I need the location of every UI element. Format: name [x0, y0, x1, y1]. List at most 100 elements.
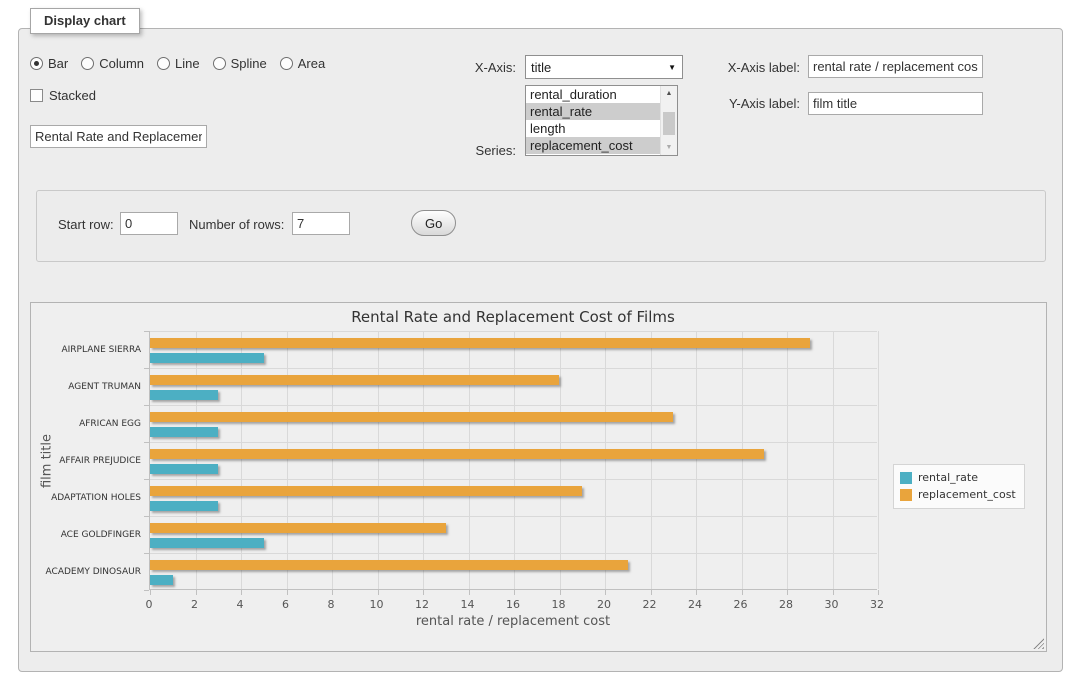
x-tick-mark	[469, 590, 470, 595]
x-tick-mark	[332, 590, 333, 595]
x-tick-label: 26	[734, 598, 748, 611]
start-row-input[interactable]	[120, 212, 178, 235]
x-axis-label-field-label: X-Axis label:	[705, 60, 800, 75]
resize-grip-icon[interactable]	[1033, 638, 1044, 649]
legend-item-rental_rate[interactable]: rental_rate	[900, 469, 1016, 486]
gridline	[150, 331, 877, 332]
gridline	[150, 368, 877, 369]
series-option-length[interactable]: length	[526, 120, 660, 137]
radio-icon[interactable]	[213, 57, 226, 70]
x-tick-label: 16	[506, 598, 520, 611]
scrollbar-thumb[interactable]	[663, 112, 675, 135]
bar-rental_rate[interactable]	[150, 501, 218, 511]
gridline	[742, 331, 743, 589]
num-rows-label: Number of rows:	[189, 217, 284, 232]
gridline	[241, 331, 242, 589]
series-select-label: Series:	[420, 143, 516, 158]
x-tick-mark	[696, 590, 697, 595]
x-tick-mark	[241, 590, 242, 595]
chart-title-input[interactable]	[30, 125, 207, 148]
bar-rental_rate[interactable]	[150, 390, 218, 400]
gridline	[423, 331, 424, 589]
radio-icon[interactable]	[81, 57, 94, 70]
x-tick-label: 28	[779, 598, 793, 611]
gridline	[150, 516, 877, 517]
radio-icon[interactable]	[280, 57, 293, 70]
y-tick-mark	[144, 368, 149, 369]
y-category-label: AGENT TRUMAN	[31, 382, 141, 392]
chart-type-option-spline[interactable]: Spline	[213, 56, 267, 71]
chart-container: Rental Rate and Replacement Cost of Film…	[30, 302, 1047, 652]
gridline	[378, 331, 379, 589]
gridline	[514, 331, 515, 589]
x-axis-select-value: title	[531, 60, 551, 75]
chevron-down-icon: ▼	[668, 63, 676, 72]
gridline	[332, 331, 333, 589]
chart-legend: rental_rate replacement_cost	[893, 464, 1025, 509]
y-category-label: ADAPTATION HOLES	[31, 493, 141, 503]
legend-swatch	[900, 472, 912, 484]
chart-type-option-column[interactable]: Column	[81, 56, 144, 71]
chart-type-option-label: Line	[175, 56, 200, 71]
chart-type-option-label: Column	[99, 56, 144, 71]
y-tick-mark	[144, 590, 149, 591]
scroll-down-icon[interactable]: ▼	[661, 140, 677, 155]
x-tick-mark	[878, 590, 879, 595]
plot-area	[149, 331, 877, 590]
bar-rental_rate[interactable]	[150, 353, 264, 363]
gridline	[696, 331, 697, 589]
series-option-rental_duration[interactable]: rental_duration	[526, 86, 660, 103]
x-tick-mark	[833, 590, 834, 595]
x-tick-label: 14	[461, 598, 475, 611]
x-tick-mark	[150, 590, 151, 595]
bar-replacement_cost[interactable]	[150, 523, 446, 533]
gridline	[150, 479, 877, 480]
go-button[interactable]: Go	[411, 210, 456, 236]
stacked-option[interactable]: Stacked	[30, 88, 96, 103]
x-axis-label-input[interactable]	[808, 55, 983, 78]
chart-type-option-bar[interactable]: Bar	[30, 56, 68, 71]
legend-swatch	[900, 489, 912, 501]
gridline	[833, 331, 834, 589]
bar-rental_rate[interactable]	[150, 538, 264, 548]
bar-replacement_cost[interactable]	[150, 449, 764, 459]
gridline	[878, 331, 879, 589]
bar-rental_rate[interactable]	[150, 575, 173, 585]
series-option-replacement_cost[interactable]: replacement_cost	[526, 137, 660, 154]
chart-title: Rental Rate and Replacement Cost of Film…	[149, 308, 877, 326]
series-option-rental_rate[interactable]: rental_rate	[526, 103, 660, 120]
chart-type-option-line[interactable]: Line	[157, 56, 200, 71]
x-tick-mark	[378, 590, 379, 595]
bar-replacement_cost[interactable]	[150, 412, 673, 422]
stacked-checkbox[interactable]	[30, 89, 43, 102]
series-scrollbar[interactable]: ▲ ▼	[660, 86, 677, 155]
x-axis-select-label: X-Axis:	[420, 60, 516, 75]
x-tick-label: 4	[237, 598, 244, 611]
series-listbox[interactable]: rental_durationrental_ratelengthreplacem…	[525, 85, 678, 156]
x-axis-select[interactable]: title ▼	[525, 55, 683, 79]
y-axis-label-field-label: Y-Axis label:	[705, 96, 800, 111]
bar-replacement_cost[interactable]	[150, 338, 810, 348]
gridline	[469, 331, 470, 589]
bar-replacement_cost[interactable]	[150, 486, 582, 496]
bar-replacement_cost[interactable]	[150, 560, 628, 570]
bar-rental_rate[interactable]	[150, 464, 218, 474]
scroll-up-icon[interactable]: ▲	[661, 86, 677, 101]
x-tick-mark	[742, 590, 743, 595]
bar-replacement_cost[interactable]	[150, 375, 559, 385]
x-tick-mark	[514, 590, 515, 595]
radio-icon[interactable]	[30, 57, 43, 70]
page: Display chart BarColumnLineSplineArea St…	[0, 0, 1081, 681]
x-tick-mark	[787, 590, 788, 595]
radio-icon[interactable]	[157, 57, 170, 70]
legend-label: rental_rate	[918, 471, 978, 484]
chart-type-option-label: Bar	[48, 56, 68, 71]
legend-item-replacement_cost[interactable]: replacement_cost	[900, 486, 1016, 503]
x-tick-mark	[423, 590, 424, 595]
y-axis-label-input[interactable]	[808, 92, 983, 115]
chart-type-option-area[interactable]: Area	[280, 56, 325, 71]
gridline	[787, 331, 788, 589]
series-options: rental_durationrental_ratelengthreplacem…	[526, 86, 660, 155]
num-rows-input[interactable]	[292, 212, 350, 235]
bar-rental_rate[interactable]	[150, 427, 218, 437]
